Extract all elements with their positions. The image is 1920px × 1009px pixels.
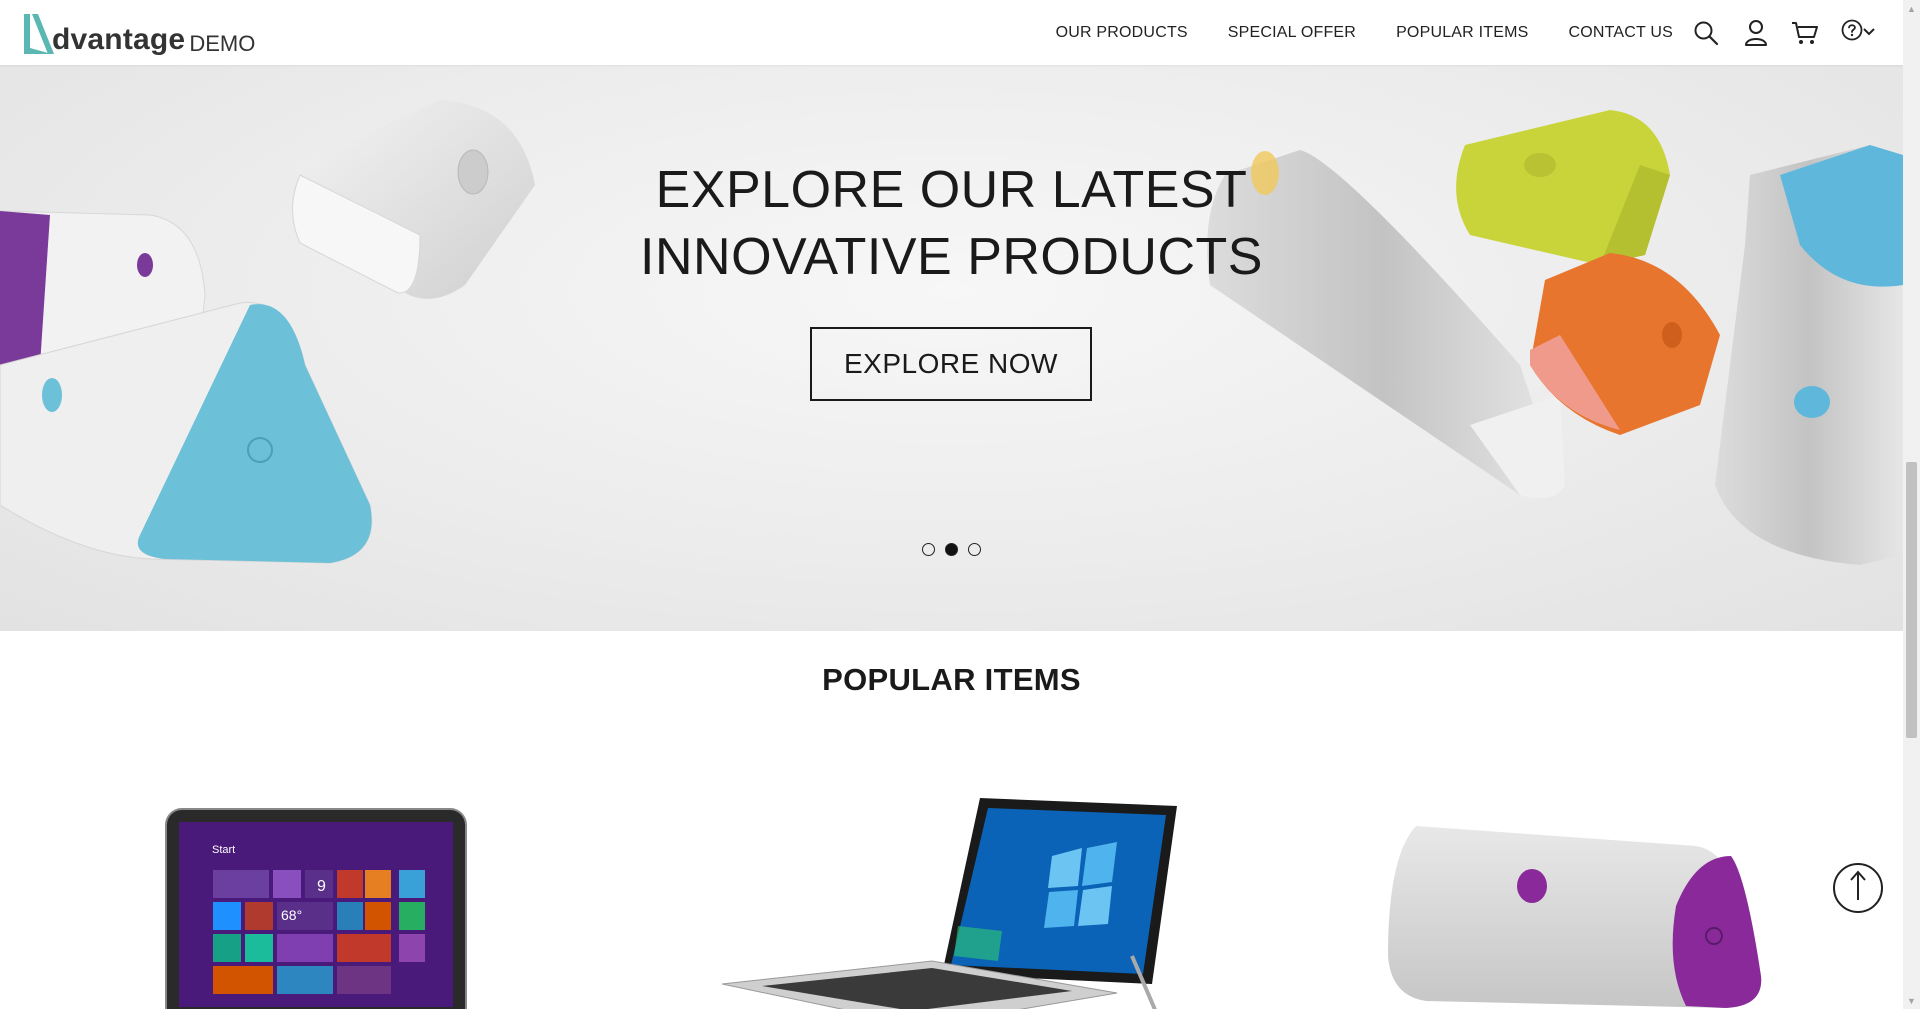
nav-special-offer[interactable]: SPECIAL OFFER <box>1228 24 1356 42</box>
tablet-temp-text: 68° <box>281 907 302 923</box>
header-icons <box>1692 0 1878 65</box>
logo-a-mark-icon <box>22 10 56 56</box>
nav-our-products[interactable]: OUR PRODUCTS <box>1056 24 1188 42</box>
chevron-down-icon <box>1863 24 1875 42</box>
user-icon[interactable] <box>1742 19 1770 47</box>
cart-icon[interactable] <box>1790 19 1820 47</box>
explore-now-button[interactable]: EXPLORE NOW <box>810 327 1092 401</box>
help-menu[interactable] <box>1838 19 1878 47</box>
tablet-image: Start 9 68° <box>165 808 467 1009</box>
back-to-top-button[interactable] <box>1833 863 1883 913</box>
help-icon <box>1841 19 1863 46</box>
nav-contact-us[interactable]: CONTACT US <box>1568 24 1673 42</box>
product-laptop[interactable] <box>722 796 1180 1009</box>
scroll-up-arrow-icon[interactable]: ▲ <box>1903 0 1920 17</box>
tablet-date-text: 9 <box>317 878 326 895</box>
scroll-thumb[interactable] <box>1906 462 1917 738</box>
tablet-start-text: Start <box>212 844 235 856</box>
top-navigation-bar: dvantage DEMO OUR PRODUCTS SPECIAL OFFER… <box>0 0 1903 65</box>
advantage-logo[interactable]: dvantage DEMO <box>22 8 255 56</box>
carousel-dot-2[interactable] <box>945 543 958 556</box>
logo-wordmark: dvantage <box>52 23 186 56</box>
speaker-image <box>1388 826 1762 1008</box>
search-icon[interactable] <box>1692 19 1720 47</box>
main-nav: OUR PRODUCTS SPECIAL OFFER POPULAR ITEMS… <box>1056 0 1673 65</box>
carousel-dot-3[interactable] <box>968 543 981 556</box>
hero-title: EXPLORE OUR LATEST INNOVATIVE PRODUCTS <box>0 157 1903 291</box>
laptop-image <box>722 798 1177 1009</box>
hero-title-line-1: EXPLORE OUR LATEST <box>655 161 1248 219</box>
carousel-dot-1[interactable] <box>922 543 935 556</box>
product-speaker[interactable] <box>1386 816 1762 1009</box>
nav-popular-items[interactable]: POPULAR ITEMS <box>1396 24 1528 42</box>
vertical-scrollbar[interactable]: ▲ ▼ <box>1903 0 1920 1009</box>
popular-items-title: POPULAR ITEMS <box>822 662 1081 697</box>
arrow-up-icon <box>1848 869 1868 907</box>
carousel-indicators <box>922 543 981 556</box>
scroll-down-arrow-icon[interactable]: ▼ <box>1903 992 1920 1009</box>
logo-suffix: DEMO <box>189 31 256 56</box>
product-tablet[interactable]: Start 9 68° <box>165 808 467 1009</box>
hero-title-line-2: INNOVATIVE PRODUCTS <box>640 228 1263 286</box>
